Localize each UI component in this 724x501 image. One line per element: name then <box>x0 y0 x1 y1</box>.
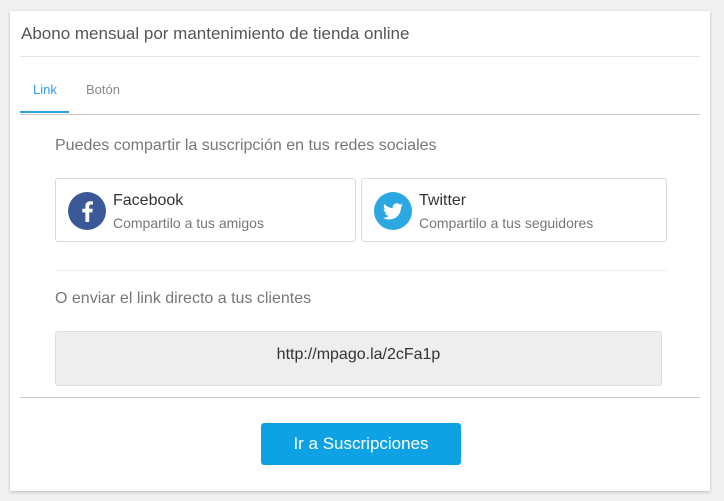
share-heading: Puedes compartir la suscripción en tus r… <box>55 137 437 154</box>
active-tab-indicator <box>20 111 69 113</box>
facebook-icon <box>68 192 106 230</box>
twitter-name: Twitter <box>419 192 467 209</box>
direct-link-heading: O enviar el link directo a tus clientes <box>55 290 312 307</box>
section-divider <box>55 270 667 271</box>
facebook-share-button[interactable]: Facebook Compartilo a tus amigos <box>55 178 356 242</box>
footer-divider <box>20 397 700 398</box>
twitter-icon <box>374 192 412 230</box>
subscription-card: Abono mensual por mantenimiento de tiend… <box>10 11 710 491</box>
tab-link[interactable]: Link <box>33 82 57 97</box>
title-divider <box>20 56 700 57</box>
facebook-name: Facebook <box>113 192 184 209</box>
twitter-share-button[interactable]: Twitter Compartilo a tus seguidores <box>361 178 667 242</box>
tab-bar: Link Botón <box>20 77 700 115</box>
card-title: Abono mensual por mantenimiento de tiend… <box>21 24 410 43</box>
go-to-subscriptions-button[interactable]: Ir a Suscripciones <box>261 423 461 465</box>
tab-boton[interactable]: Botón <box>86 82 120 97</box>
twitter-subtitle: Compartilo a tus seguidores <box>419 215 594 231</box>
direct-link-field[interactable]: http://mpago.la/2cFa1p <box>55 331 662 386</box>
facebook-subtitle: Compartilo a tus amigos <box>113 215 264 231</box>
